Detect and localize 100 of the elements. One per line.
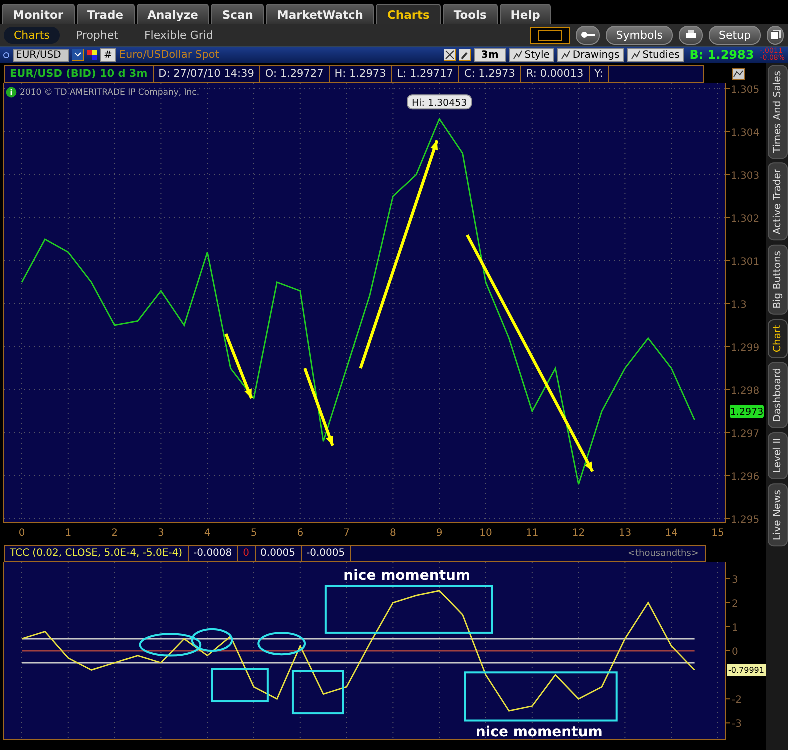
x-axis-label: 8 bbox=[390, 528, 396, 539]
side-tab[interactable]: Chart bbox=[768, 318, 788, 358]
y-axis-label: 3 bbox=[732, 574, 738, 586]
quote-info-cell: C: 1.2973 bbox=[459, 66, 522, 82]
y-axis-label: 1.305 bbox=[731, 85, 760, 96]
rectangle-annotation bbox=[211, 668, 269, 703]
quote-info-cell: Y: bbox=[590, 66, 610, 82]
main-tab[interactable]: Charts bbox=[376, 4, 441, 24]
window-button[interactable] bbox=[767, 26, 784, 44]
printer-icon bbox=[684, 30, 697, 40]
aggregation-button[interactable]: 3m bbox=[474, 48, 506, 62]
side-tab[interactable]: Times And Sales bbox=[768, 65, 788, 160]
x-axis-label: 12 bbox=[572, 528, 586, 539]
y-axis-label: -3 bbox=[732, 719, 742, 730]
y-axis-label: 1.298 bbox=[731, 386, 760, 397]
y-axis-label: 1.296 bbox=[731, 472, 760, 483]
toolbar-button[interactable]: Studies bbox=[626, 48, 684, 62]
symbol-description: Euro/USDollar Spot bbox=[119, 49, 220, 61]
quote-info-cell: R: 0.00013 bbox=[521, 66, 590, 82]
x-axis-label: 15 bbox=[712, 528, 724, 539]
indicator-value: -0.0008 bbox=[188, 546, 238, 561]
x-axis-label: 13 bbox=[618, 528, 632, 539]
dropdown-icon[interactable] bbox=[72, 49, 84, 61]
y-axis-label: 1.295 bbox=[731, 515, 760, 526]
annotation: Hi: 1.30453 bbox=[412, 98, 468, 110]
toolbar-button[interactable]: Style bbox=[508, 48, 554, 62]
y-axis-label: 1.302 bbox=[731, 214, 760, 225]
quote-info-cell: D: 27/07/10 14:39 bbox=[154, 66, 260, 82]
indicator-title: TCC (0.02, CLOSE, 5.0E-4, -5.0E-4) bbox=[5, 546, 189, 561]
toolbar-button[interactable]: Drawings bbox=[556, 48, 624, 62]
side-tab[interactable]: Active Trader bbox=[768, 163, 788, 241]
current-price-label: 1.2973 bbox=[730, 405, 764, 418]
main-tab[interactable]: Help bbox=[500, 4, 552, 24]
y-axis-label: 1.304 bbox=[731, 128, 760, 139]
windows-icon bbox=[770, 30, 780, 40]
annotation-text: nice momentum bbox=[476, 724, 603, 741]
y-axis-label: 1 bbox=[732, 622, 738, 634]
x-axis-label: 2 bbox=[112, 528, 118, 539]
y-axis-label: 1.297 bbox=[731, 429, 760, 440]
indicator-value: 0.0005 bbox=[256, 546, 302, 561]
main-tab[interactable]: Monitor bbox=[2, 4, 75, 24]
x-axis-label: 9 bbox=[436, 528, 443, 539]
quote-info-cell: EUR/USD (BID) 10 d 3m bbox=[5, 66, 154, 82]
x-axis-label: 7 bbox=[344, 528, 350, 539]
x-axis-label: 0 bbox=[18, 528, 26, 539]
x-axis-label: 3 bbox=[158, 528, 164, 539]
main-tab[interactable]: MarketWatch bbox=[266, 4, 374, 24]
side-tab[interactable]: Live News bbox=[768, 484, 788, 547]
printer-button[interactable] bbox=[678, 26, 703, 44]
x-axis-label: 11 bbox=[526, 528, 539, 539]
main-tab[interactable]: Trade bbox=[76, 4, 135, 24]
rectangle-annotation bbox=[292, 670, 344, 715]
chart-line-icon bbox=[560, 50, 571, 60]
x-axis-label: 14 bbox=[665, 528, 678, 539]
high-label: Hi: 1.30453 bbox=[407, 94, 472, 110]
indicator-value: 0 bbox=[238, 546, 256, 561]
x-axis-label: 1 bbox=[65, 528, 72, 539]
y-axis-label: 1.301 bbox=[731, 257, 760, 268]
units-label: <thousandths> bbox=[628, 548, 700, 560]
current-value-label: -0.79991 bbox=[727, 664, 766, 676]
x-axis-label: 6 bbox=[297, 528, 304, 539]
quote-info-cell: L: 1.29717 bbox=[392, 66, 460, 82]
main-tab[interactable]: Scan bbox=[211, 4, 264, 24]
symbols-button[interactable]: Symbols bbox=[606, 26, 673, 44]
x-axis-label: 10 bbox=[480, 528, 492, 539]
side-tab[interactable]: Level II bbox=[768, 432, 788, 480]
link-icon[interactable] bbox=[3, 52, 10, 58]
y-axis-label: 1.299 bbox=[731, 343, 760, 354]
arrow-annotation bbox=[224, 334, 254, 400]
sub-tab[interactable]: Flexible Grid bbox=[134, 26, 224, 44]
chart-line-icon bbox=[512, 50, 523, 60]
annotation-text: nice momentum bbox=[344, 568, 471, 584]
setup-button[interactable]: Setup bbox=[708, 26, 761, 44]
color-squares-icon[interactable] bbox=[87, 50, 97, 60]
chart-line-icon bbox=[630, 50, 641, 60]
indicator-value: -0.0005 bbox=[302, 546, 352, 561]
y-axis-label: 0 bbox=[732, 647, 738, 658]
info-icon[interactable] bbox=[6, 87, 17, 98]
sub-tab[interactable]: Charts bbox=[4, 26, 60, 44]
x-axis-label: 5 bbox=[250, 528, 258, 539]
quote-info-cell: H: 1.2973 bbox=[330, 66, 392, 82]
ellipse-annotation bbox=[258, 632, 306, 656]
bid-price: B: 1.2983 bbox=[688, 48, 756, 62]
quote-info-cell: O: 1.29727 bbox=[260, 66, 330, 82]
side-tab[interactable]: Big Buttons bbox=[768, 244, 788, 315]
symbol-field[interactable]: EUR/USD bbox=[13, 48, 69, 62]
sub-tab[interactable]: Prophet bbox=[66, 26, 128, 44]
wrench-button[interactable] bbox=[576, 26, 600, 44]
symbol-button[interactable]: # bbox=[100, 48, 116, 62]
y-axis-label: -2 bbox=[732, 695, 742, 706]
y-axis-label: 1.3 bbox=[731, 300, 747, 311]
copyright-text: 2010 © TD AMERITRADE IP Company, Inc. bbox=[20, 88, 200, 98]
color-swatch-icon[interactable] bbox=[530, 26, 570, 44]
chart-settings-icon[interactable] bbox=[732, 68, 745, 80]
x-axis-label: 4 bbox=[204, 528, 211, 539]
main-tab[interactable]: Tools bbox=[442, 4, 498, 24]
y-axis-label: 1.303 bbox=[731, 171, 760, 182]
side-tab[interactable]: Dashboard bbox=[768, 362, 788, 428]
y-axis-label: 2 bbox=[732, 598, 738, 610]
main-tab[interactable]: Analyze bbox=[136, 4, 210, 24]
